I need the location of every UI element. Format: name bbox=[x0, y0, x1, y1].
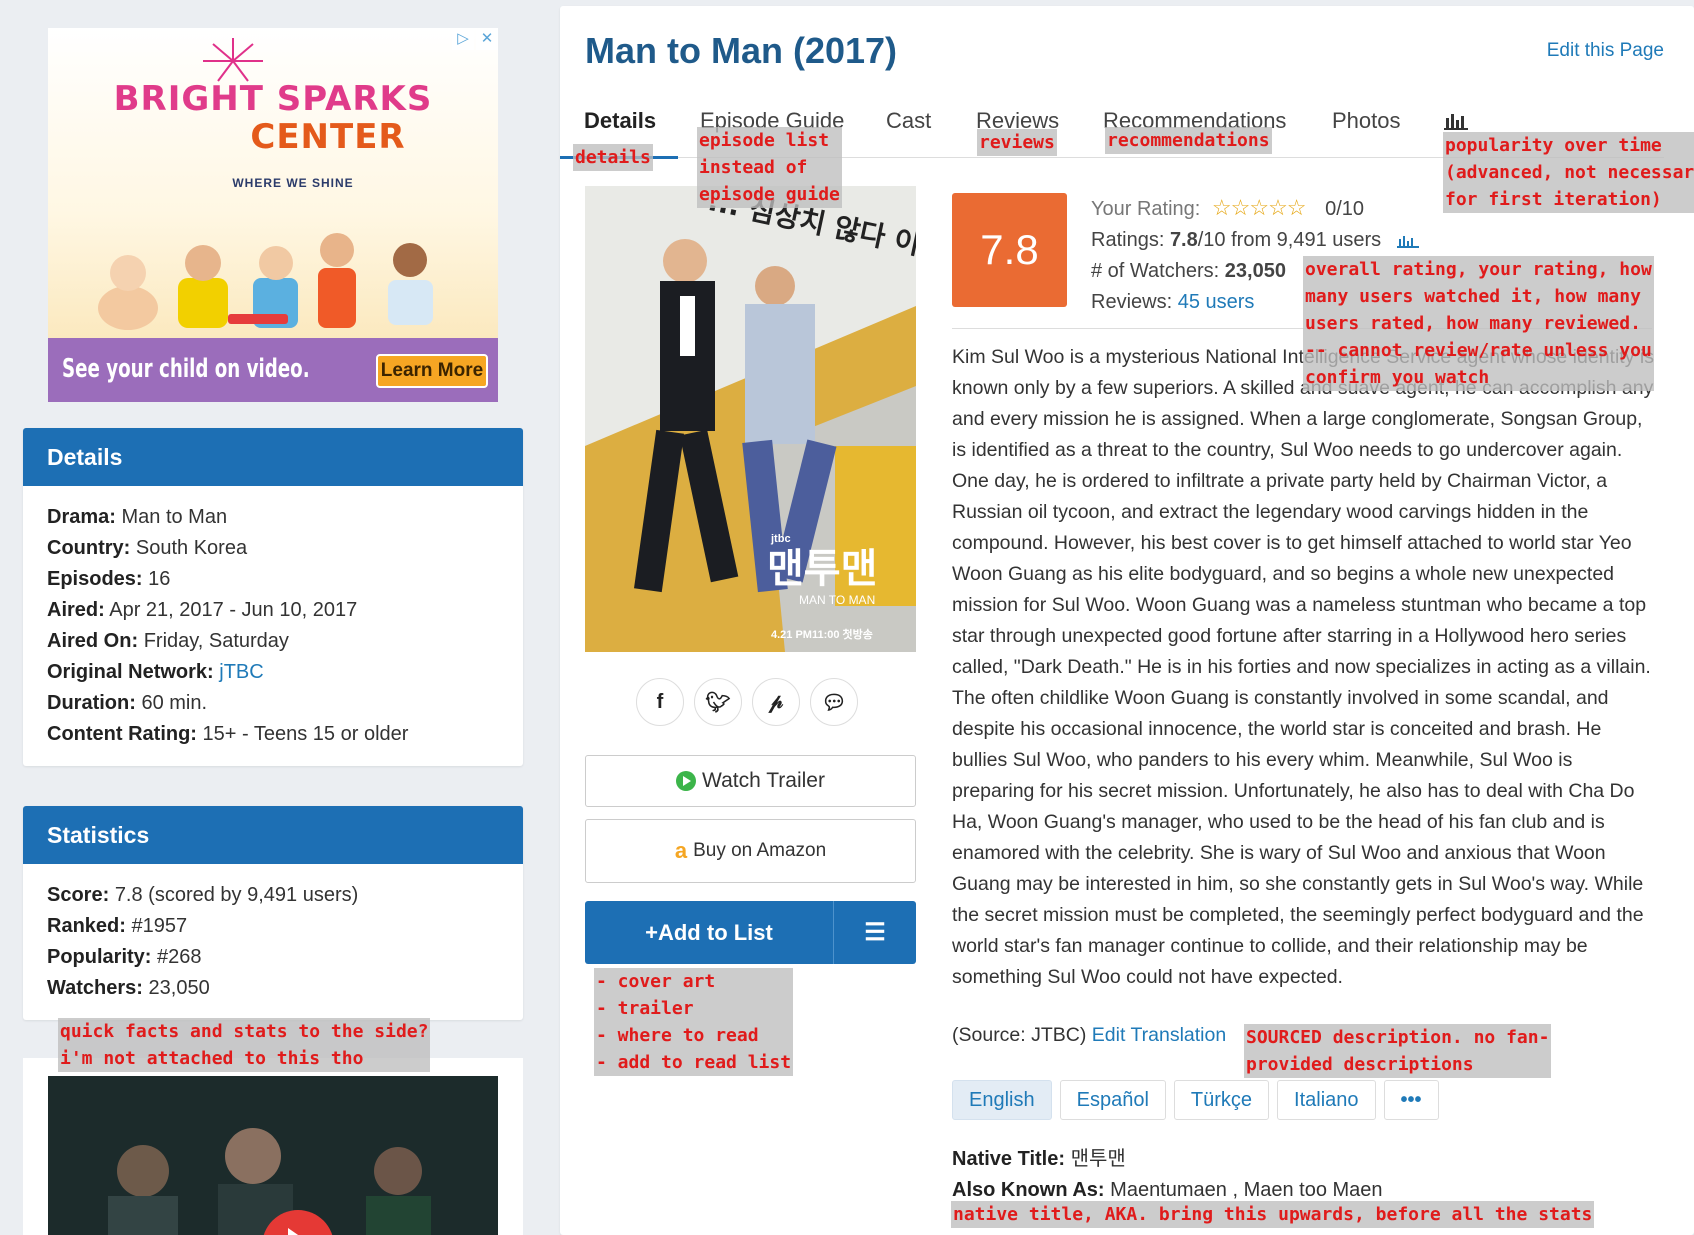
add-to-list-label: Add to List bbox=[657, 919, 773, 945]
language-turkce[interactable]: Türkçe bbox=[1173, 1080, 1270, 1120]
add-to-list-button[interactable]: + Add to List ☰ bbox=[585, 901, 916, 964]
poster-image: ... 심상치 않다 이 브로맨스!? 맨투맨 MAN TO MAN 4.21 … bbox=[585, 186, 916, 652]
ad-title: BRIGHT SPARKS CENTER bbox=[113, 79, 433, 157]
ad-tagline: See your child on video. bbox=[62, 354, 310, 384]
details_panel-row: Content Rating: 15+ - Teens 15 or older bbox=[47, 723, 409, 745]
close-icon[interactable]: ✕ bbox=[476, 28, 498, 50]
watch-trailer-button[interactable]: Watch Trailer bbox=[585, 755, 916, 807]
edit-translation-link[interactable]: Edit Translation bbox=[1092, 1024, 1226, 1046]
language-tabs: English Español Türkçe Italiano ••• bbox=[952, 1080, 1439, 1120]
details_panel-row: Episodes: 16 bbox=[47, 568, 171, 590]
tab-details[interactable]: Details bbox=[584, 108, 656, 134]
ad-image[interactable]: BRIGHT SPARKS CENTER WHERE WE SHINE ▷ ✕ bbox=[48, 28, 498, 338]
reviews-link[interactable]: 45 users bbox=[1178, 291, 1255, 313]
network-link[interactable]: jTBC bbox=[219, 661, 263, 683]
your-rating-value: 0/10 bbox=[1325, 198, 1365, 220]
children-illustration bbox=[98, 233, 433, 330]
comments-icon[interactable]: 💬︎ bbox=[810, 678, 858, 726]
ad-banner-strip[interactable]: See your child on video. Learn More bbox=[48, 338, 498, 402]
buy-on-amazon-label: Buy on Amazon bbox=[693, 840, 827, 861]
annotation-details: details bbox=[573, 144, 653, 171]
advertisement[interactable]: BRIGHT SPARKS CENTER WHERE WE SHINE ▷ ✕ … bbox=[48, 28, 498, 402]
statistics-panel: Statistics Score: 7.8 (scored by 9,491 u… bbox=[23, 806, 523, 1020]
details-panel: Details Drama: Man to Man Country: South … bbox=[23, 428, 523, 766]
synopsis: Kim Sul Woo is a mysterious National Int… bbox=[952, 346, 1654, 988]
cover-art[interactable]: ... 심상치 않다 이 브로맨스!? 맨투맨 MAN TO MAN 4.21 … bbox=[585, 186, 916, 652]
details-heading: Details bbox=[23, 428, 523, 486]
learn-more-button[interactable]: Learn More bbox=[376, 354, 488, 388]
play-icon bbox=[676, 771, 697, 791]
synopsis-source: (Source: JTBC) Edit Translation bbox=[952, 1024, 1227, 1046]
annotation-native-title: native title, AKA. bring this upwards, b… bbox=[951, 1201, 1595, 1228]
buy-on-amazon-button[interactable]: a Buy on Amazon bbox=[585, 819, 916, 883]
pinterest-icon[interactable]: 𝓅 bbox=[752, 678, 800, 726]
ratings-score: 7.8 bbox=[1169, 229, 1198, 251]
share-buttons: f 🐦︎ 𝓅 💬︎ bbox=[636, 678, 858, 726]
add-to-list-main[interactable]: + Add to List bbox=[585, 901, 834, 964]
rating-stars[interactable]: ☆☆☆☆☆ bbox=[1212, 195, 1307, 220]
poster-channel: jtbc bbox=[770, 533, 791, 545]
language-espanol[interactable]: Español bbox=[1059, 1080, 1166, 1120]
details_panel-row: Aired: Apr 21, 2017 - Jun 10, 2017 bbox=[47, 599, 358, 621]
stats_panel-row: Watchers: 23,050 bbox=[47, 977, 210, 999]
annotation-cover: - cover art - trailer - where to read - … bbox=[594, 968, 794, 1076]
native-title-row: Native Title: 맨투맨 bbox=[952, 1148, 1126, 1170]
edit-page-link[interactable]: Edit this Page bbox=[1547, 40, 1664, 62]
facebook-icon[interactable]: f bbox=[636, 678, 684, 726]
language-italiano[interactable]: Italiano bbox=[1277, 1080, 1376, 1120]
stats_panel-row: Score: 7.8 (scored by 9,491 users) bbox=[47, 884, 359, 906]
ratings-chart-icon[interactable] bbox=[1396, 234, 1419, 248]
video-thumbnail bbox=[48, 1076, 498, 1235]
annotation-sidebar: quick facts and stats to the side? i'm n… bbox=[58, 1018, 431, 1072]
annotation-popularity: popularity over time (advanced, not nece… bbox=[1443, 132, 1694, 213]
annotation-recommendations: recommendations bbox=[1105, 127, 1272, 154]
details_panel-row: Original Network: jTBC bbox=[47, 661, 264, 683]
statistics-heading: Statistics bbox=[23, 806, 523, 864]
language-english[interactable]: English bbox=[952, 1080, 1052, 1120]
details_panel-row: Drama: Man to Man bbox=[47, 506, 228, 528]
your-rating-row: Your Rating: ☆☆☆☆☆ 0/10 bbox=[1091, 195, 1365, 220]
amazon-icon: a bbox=[674, 838, 688, 863]
ad-controls[interactable]: ▷ ✕ bbox=[452, 28, 498, 50]
tab-photos[interactable]: Photos bbox=[1332, 108, 1401, 134]
bar-chart-icon[interactable] bbox=[1444, 110, 1468, 130]
video-ad-panel bbox=[23, 1058, 523, 1235]
annotation-reviews: reviews bbox=[977, 129, 1057, 156]
list-menu-icon[interactable]: ☰ bbox=[834, 901, 916, 964]
tab-cast[interactable]: Cast bbox=[886, 108, 931, 134]
ad-choices-icon[interactable]: ▷ bbox=[452, 28, 474, 50]
annotation-episode-guide: episode list instead of episode guide bbox=[697, 127, 842, 208]
details_panel-row: Aired On: Friday, Saturday bbox=[47, 630, 289, 652]
stats_panel-row: Popularity: #268 bbox=[47, 946, 202, 968]
poster-logo: 맨투맨 bbox=[767, 546, 877, 592]
overall-score: 7.8 bbox=[952, 193, 1067, 307]
details_panel-row: Country: South Korea bbox=[47, 537, 248, 559]
poster-date: 4.21 PM11:00 첫방송 bbox=[771, 627, 873, 641]
annotation-sourced: SOURCED description. no fan- provided de… bbox=[1244, 1024, 1552, 1078]
watch-trailer-label: Watch Trailer bbox=[702, 769, 825, 792]
ad-subtitle: WHERE WE SHINE bbox=[232, 176, 354, 190]
stats_panel-row: Ranked: #1957 bbox=[47, 915, 188, 937]
annotation-rating: overall rating, your rating, how many us… bbox=[1303, 256, 1654, 391]
video-player[interactable] bbox=[48, 1076, 498, 1235]
alternate-titles: Native Title: 맨투맨 Also Known As: Maentum… bbox=[952, 1144, 1383, 1206]
ratings-row: Ratings: 7.8/10 from 9,491 users bbox=[1091, 225, 1419, 256]
plus-icon: + bbox=[645, 919, 658, 945]
twitter-icon[interactable]: 🐦︎ bbox=[694, 678, 742, 726]
poster-logo-sub: MAN TO MAN bbox=[799, 593, 875, 607]
page-title: Man to Man (2017) bbox=[585, 30, 898, 71]
details_panel-row: Duration: 60 min. bbox=[47, 692, 208, 714]
more-languages-button[interactable]: ••• bbox=[1383, 1080, 1439, 1120]
